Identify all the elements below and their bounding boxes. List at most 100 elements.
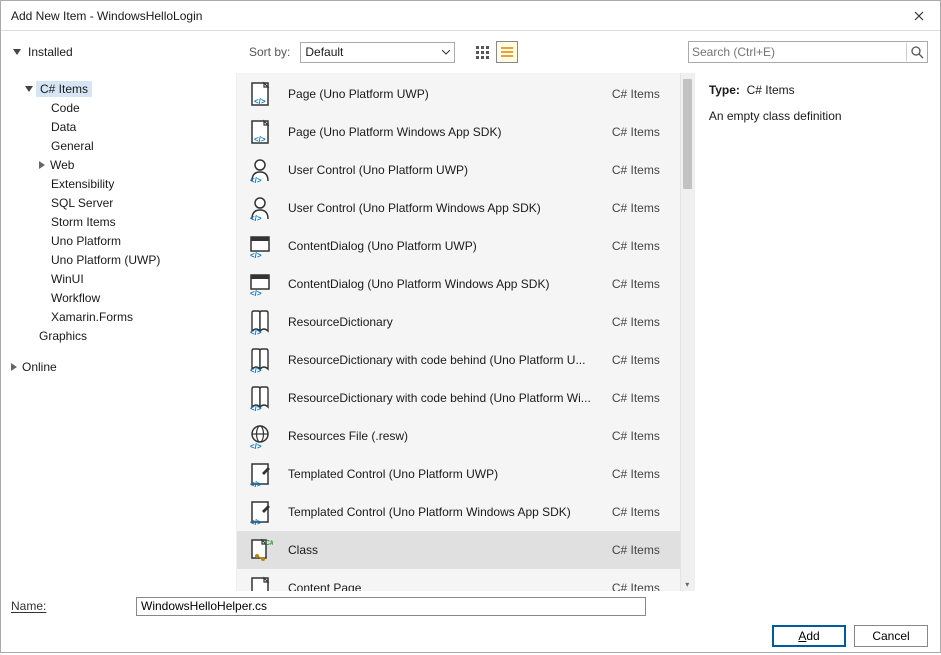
item-row[interactable]: Page (Uno Platform Windows App SDK) C# I…	[237, 113, 680, 151]
add-button[interactable]: Add	[772, 625, 846, 647]
chevron-down-icon	[25, 86, 33, 92]
item-type: C# Items	[612, 201, 672, 215]
search-button[interactable]	[906, 43, 924, 61]
tree-item-online[interactable]: Online	[11, 357, 234, 376]
installed-heading[interactable]: Installed	[13, 45, 243, 59]
resdict-icon	[247, 385, 273, 411]
tree-item-web[interactable]: Web	[11, 155, 234, 174]
item-row[interactable]: ResourceDictionary with code behind (Uno…	[237, 341, 680, 379]
usercontrol-icon	[247, 195, 273, 221]
item-type: C# Items	[612, 315, 672, 329]
chevron-right-icon	[39, 161, 45, 169]
class-icon	[247, 537, 273, 563]
tree-label: Online	[20, 359, 59, 375]
item-title: User Control (Uno Platform UWP)	[288, 163, 591, 177]
sortby-value: Default	[305, 45, 343, 59]
tree-label: General	[49, 138, 96, 154]
scroll-thumb[interactable]	[683, 79, 692, 189]
search-box[interactable]	[688, 41, 928, 63]
name-input[interactable]	[136, 597, 646, 616]
resdict-icon	[247, 309, 273, 335]
item-row[interactable]: ResourceDictionary with code behind (Uno…	[237, 379, 680, 417]
sortby-label: Sort by:	[249, 45, 290, 59]
item-title: Content Page	[288, 581, 591, 591]
item-row[interactable]: Content Page C# Items	[237, 569, 680, 591]
dialog-buttons: Add Cancel	[1, 621, 940, 655]
search-input[interactable]	[692, 45, 906, 59]
tree-item-general[interactable]: General	[11, 136, 234, 155]
item-title: ContentDialog (Uno Platform UWP)	[288, 239, 591, 253]
window-title: Add New Item - WindowsHelloLogin	[11, 9, 202, 23]
page-xaml-icon	[247, 81, 273, 107]
tree-item-graphics[interactable]: Graphics	[11, 326, 234, 345]
item-row[interactable]: ResourceDictionary C# Items	[237, 303, 680, 341]
view-buttons	[471, 41, 518, 63]
item-type: C# Items	[612, 239, 672, 253]
item-title: Templated Control (Uno Platform UWP)	[288, 467, 591, 481]
details-panel: Type: C# Items An empty class definition	[695, 73, 940, 591]
name-label: Name:	[11, 599, 126, 613]
contentdlg-icon	[247, 271, 273, 297]
cancel-button[interactable]: Cancel	[854, 625, 928, 647]
item-title: ResourceDictionary with code behind (Uno…	[288, 353, 591, 367]
tree-item-winui[interactable]: WinUI	[11, 269, 234, 288]
tree-item-storm[interactable]: Storm Items	[11, 212, 234, 231]
tree-label: Data	[49, 119, 78, 135]
type-label: Type:	[709, 83, 740, 97]
tree-item-extensibility[interactable]: Extensibility	[11, 174, 234, 193]
view-list-button[interactable]	[496, 41, 518, 63]
templated-icon	[247, 499, 273, 525]
item-row[interactable]: Resources File (.resw) C# Items	[237, 417, 680, 455]
item-row[interactable]: Templated Control (Uno Platform Windows …	[237, 493, 680, 531]
item-row[interactable]: ContentDialog (Uno Platform UWP) C# Item…	[237, 227, 680, 265]
item-row[interactable]: ContentDialog (Uno Platform Windows App …	[237, 265, 680, 303]
top-controls: Installed Sort by: Default	[1, 31, 940, 73]
close-button[interactable]	[906, 3, 932, 29]
item-type: C# Items	[612, 467, 672, 481]
tree-label: Uno Platform (UWP)	[49, 252, 162, 268]
category-tree: C# Items Code Data General Web Extensibi…	[1, 73, 237, 591]
sortby-dropdown[interactable]: Default	[300, 42, 455, 63]
tree-item-data[interactable]: Data	[11, 117, 234, 136]
tree-label: Web	[48, 157, 76, 173]
installed-label: Installed	[28, 45, 73, 59]
item-row[interactable]: Class C# Items	[237, 531, 680, 569]
item-row[interactable]: User Control (Uno Platform Windows App S…	[237, 189, 680, 227]
item-list-panel: Page (Uno Platform UWP) C# Items Page (U…	[237, 73, 695, 591]
item-row[interactable]: Templated Control (Uno Platform UWP) C# …	[237, 455, 680, 493]
templated-icon	[247, 461, 273, 487]
item-row[interactable]: User Control (Uno Platform UWP) C# Items	[237, 151, 680, 189]
item-type: C# Items	[612, 581, 672, 591]
tree-item-xamarinforms[interactable]: Xamarin.Forms	[11, 307, 234, 326]
item-title: ResourceDictionary with code behind (Uno…	[288, 391, 591, 405]
item-list: Page (Uno Platform UWP) C# Items Page (U…	[237, 73, 680, 591]
scroll-down-arrow[interactable]: ▾	[681, 577, 694, 591]
item-type: C# Items	[612, 87, 672, 101]
tree-label: Graphics	[37, 328, 89, 344]
title-bar: Add New Item - WindowsHelloLogin	[1, 1, 940, 31]
tree-item-code[interactable]: Code	[11, 98, 234, 117]
chevron-right-icon	[11, 363, 17, 371]
tree-label: Uno Platform	[49, 233, 123, 249]
tree-item-sqlserver[interactable]: SQL Server	[11, 193, 234, 212]
resdict-icon	[247, 347, 273, 373]
scrollbar[interactable]: ▾	[680, 73, 694, 591]
item-title: Class	[288, 543, 591, 557]
item-type: C# Items	[612, 429, 672, 443]
page-xaml-icon	[247, 119, 273, 145]
tree-item-workflow[interactable]: Workflow	[11, 288, 234, 307]
item-type: C# Items	[612, 505, 672, 519]
item-title: ResourceDictionary	[288, 315, 591, 329]
tree-item-csharp[interactable]: C# Items	[11, 79, 234, 98]
usercontrol-icon	[247, 157, 273, 183]
main-area: C# Items Code Data General Web Extensibi…	[1, 73, 940, 591]
item-title: User Control (Uno Platform Windows App S…	[288, 201, 591, 215]
tree-item-unouwp[interactable]: Uno Platform (UWP)	[11, 250, 234, 269]
tree-item-uno[interactable]: Uno Platform	[11, 231, 234, 250]
contentdlg-icon	[247, 233, 273, 259]
view-grid-button[interactable]	[471, 41, 493, 63]
tree-label: Code	[49, 100, 82, 116]
item-row[interactable]: Page (Uno Platform UWP) C# Items	[237, 75, 680, 113]
item-title: Resources File (.resw)	[288, 429, 591, 443]
tree-label: Xamarin.Forms	[49, 309, 135, 325]
